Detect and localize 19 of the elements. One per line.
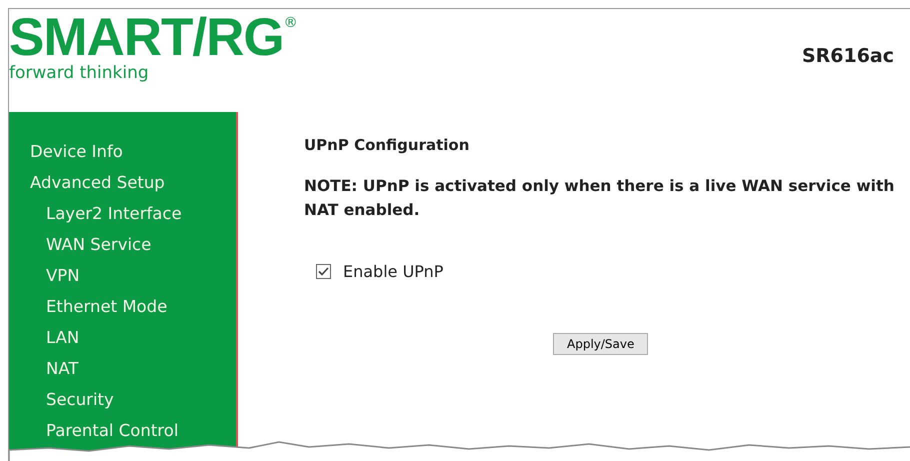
sidebar-item[interactable]: Device Info: [9, 136, 236, 167]
logo-text: SMART/RG: [9, 11, 284, 65]
sidebar-item[interactable]: Parental Control: [9, 415, 236, 446]
logo-tagline: forward thinking: [9, 63, 150, 83]
sidebar-item[interactable]: NAT: [9, 353, 236, 384]
sidebar-item[interactable]: VPN: [9, 260, 236, 291]
checkbox[interactable]: [316, 264, 331, 279]
sidebar-item[interactable]: WAN Service: [9, 229, 236, 260]
sidebar-item[interactable]: Advanced Setup: [9, 167, 236, 198]
model-name: SR616ac: [802, 45, 894, 67]
section-title: UPnP Configuration: [304, 136, 470, 154]
apply-save-button[interactable]: Apply/Save: [553, 333, 648, 355]
sidebar-item[interactable]: LAN: [9, 322, 236, 353]
note-text: NOTE: UPnP is activated only when there is a live WAN service with NAT enabled.: [304, 176, 896, 221]
sidebar-item[interactable]: Layer2 Interface: [9, 198, 236, 229]
registered-mark: ®: [284, 15, 298, 31]
sidebar-item[interactable]: Ethernet Mode: [9, 291, 236, 322]
checkbox-label: Enable UPnP: [343, 262, 444, 281]
sidebar-item[interactable]: Security: [9, 384, 236, 415]
